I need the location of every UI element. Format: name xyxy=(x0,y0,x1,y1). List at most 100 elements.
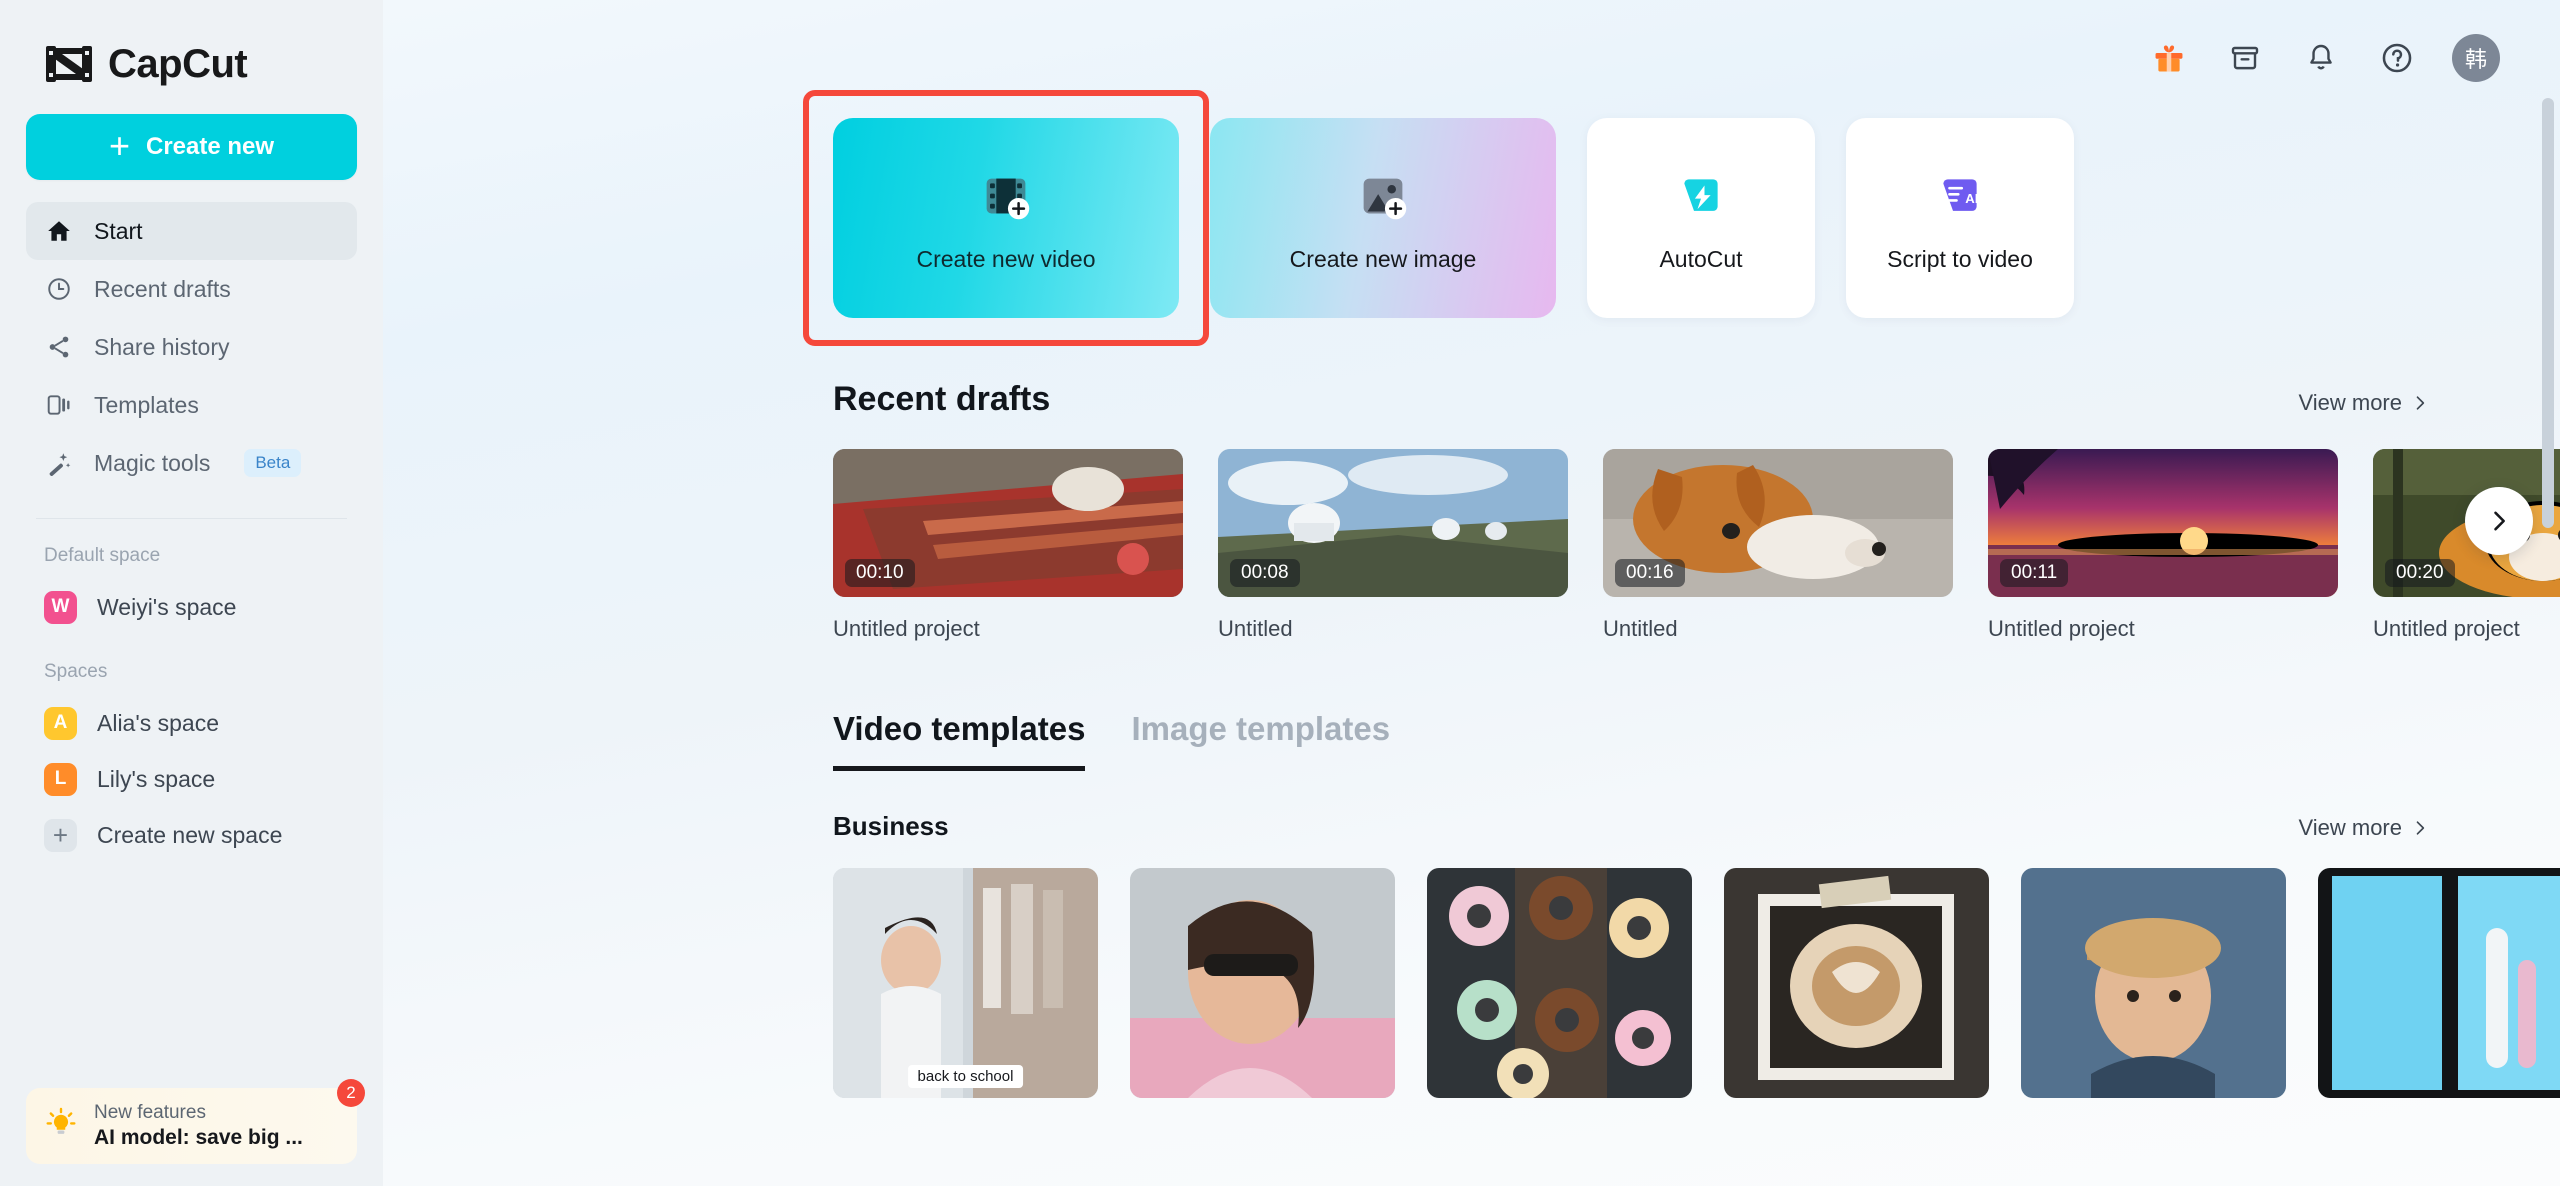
clock-icon xyxy=(44,274,74,304)
sidebar-item-share-history[interactable]: Share history xyxy=(26,318,357,376)
sidebar-nav: Start Recent drafts Share history xyxy=(26,202,357,492)
capcut-logo-icon xyxy=(44,43,94,85)
content-area: Create new video xyxy=(383,0,2560,1186)
promo-line-1: New features xyxy=(94,1102,303,1124)
drafts-next-button[interactable] xyxy=(2465,487,2533,555)
sidebar-item-recent-drafts[interactable]: Recent drafts xyxy=(26,260,357,318)
avatar: L xyxy=(44,763,77,796)
card-label: Script to video xyxy=(1887,246,2033,273)
script-ai-icon: AI xyxy=(1928,164,1992,228)
promo-count-badge: 2 xyxy=(337,1079,365,1107)
space-item-weiyi[interactable]: W Weiyi's space xyxy=(26,579,357,635)
draft-duration: 00:11 xyxy=(2000,559,2068,587)
template-card[interactable] xyxy=(1130,868,1395,1098)
view-more-label: View more xyxy=(2298,815,2402,841)
sidebar-item-label: Start xyxy=(94,218,143,245)
image-plus-icon xyxy=(1351,164,1415,228)
card-label: Create new image xyxy=(1290,246,1477,273)
draft-thumbnail: 00:10 xyxy=(833,449,1183,597)
plus-icon: + xyxy=(44,819,77,852)
plus-icon: + xyxy=(109,128,130,164)
recent-drafts-header: Recent drafts View more xyxy=(833,380,2560,419)
template-tag: back to school xyxy=(908,1065,1024,1088)
draft-thumbnail: 00:11 xyxy=(1988,449,2338,597)
magic-wand-icon xyxy=(44,448,74,478)
recent-drafts-row: 00:10 Untitled project xyxy=(833,449,2560,642)
sidebar-item-label: Templates xyxy=(94,392,199,419)
autocut-icon xyxy=(1669,164,1733,228)
space-name: Alia's space xyxy=(97,710,219,737)
tab-image-templates[interactable]: Image templates xyxy=(1131,710,1390,771)
draft-item[interactable]: 00:08 Untitled xyxy=(1218,449,1568,642)
avatar: A xyxy=(44,707,77,740)
create-new-image-card[interactable]: Create new image xyxy=(1210,118,1556,318)
business-header: Business View more xyxy=(833,811,2560,842)
page-scrollbar[interactable] xyxy=(2542,98,2554,1158)
autocut-card[interactable]: AutoCut xyxy=(1587,118,1815,318)
template-card[interactable] xyxy=(1724,868,1989,1098)
create-new-video-card[interactable]: Create new video xyxy=(833,118,1179,318)
business-templates-row: back to school xyxy=(833,868,2560,1098)
recent-drafts-view-more[interactable]: View more xyxy=(2298,390,2430,416)
beta-badge: Beta xyxy=(244,449,301,477)
lightbulb-icon xyxy=(44,1107,78,1146)
business-title: Business xyxy=(833,811,949,842)
space-name: Weiyi's space xyxy=(97,594,236,621)
draft-name: Untitled xyxy=(1603,616,1953,642)
draft-thumbnail: 00:08 xyxy=(1218,449,1568,597)
draft-duration: 00:16 xyxy=(1615,559,1685,587)
sidebar: CapCut + Create new Start Recent drafts xyxy=(0,0,383,1186)
draft-item[interactable]: 00:10 Untitled project xyxy=(833,449,1183,642)
draft-name: Untitled project xyxy=(2373,616,2560,642)
spaces-label: Spaces xyxy=(26,635,357,695)
script-to-video-card[interactable]: AI Script to video xyxy=(1846,118,2074,318)
draft-name: Untitled project xyxy=(1988,616,2338,642)
draft-item[interactable]: 00:20 Untitled project xyxy=(2373,449,2560,642)
draft-duration: 00:10 xyxy=(845,559,915,587)
view-more-label: View more xyxy=(2298,390,2402,416)
create-new-button[interactable]: + Create new xyxy=(26,114,357,180)
create-space-label: Create new space xyxy=(97,822,282,849)
main-content: 韩 xyxy=(383,0,2560,1186)
template-card[interactable] xyxy=(2318,868,2560,1098)
svg-text:AI: AI xyxy=(1965,191,1978,206)
templates-tabs: Video templates Image templates xyxy=(833,710,2560,771)
draft-duration: 00:08 xyxy=(1230,559,1300,587)
template-card[interactable] xyxy=(1427,868,1692,1098)
sidebar-item-label: Magic tools xyxy=(94,450,210,477)
chevron-right-icon xyxy=(2410,818,2430,838)
template-card[interactable]: back to school xyxy=(833,868,1098,1098)
business-view-more[interactable]: View more xyxy=(2298,815,2430,841)
home-icon xyxy=(44,216,74,246)
chevron-right-icon xyxy=(2485,507,2513,535)
draft-name: Untitled xyxy=(1218,616,1568,642)
draft-duration: 00:20 xyxy=(2385,559,2455,587)
share-nodes-icon xyxy=(44,332,74,362)
new-features-promo[interactable]: New features AI model: save big ... 2 xyxy=(26,1088,357,1164)
app-title: CapCut xyxy=(108,42,247,87)
film-plus-icon xyxy=(974,164,1038,228)
card-label: AutoCut xyxy=(1659,246,1742,273)
template-card[interactable] xyxy=(2021,868,2286,1098)
space-item-lily[interactable]: L Lily's space xyxy=(26,751,357,807)
avatar: W xyxy=(44,591,77,624)
section-title: Recent drafts xyxy=(833,380,1050,419)
draft-item[interactable]: 00:16 Untitled xyxy=(1603,449,1953,642)
sidebar-item-label: Recent drafts xyxy=(94,276,231,303)
scrollbar-thumb[interactable] xyxy=(2542,98,2554,528)
sidebar-item-templates[interactable]: Templates xyxy=(26,376,357,434)
default-space-label: Default space xyxy=(26,519,357,579)
create-new-space-button[interactable]: + Create new space xyxy=(26,807,357,863)
app-logo[interactable]: CapCut xyxy=(26,0,357,96)
card-label: Create new video xyxy=(917,246,1096,273)
chevron-right-icon xyxy=(2410,393,2430,413)
space-item-alia[interactable]: A Alia's space xyxy=(26,695,357,751)
draft-item[interactable]: 00:11 Untitled project xyxy=(1988,449,2338,642)
sidebar-item-label: Share history xyxy=(94,334,230,361)
sidebar-item-magic-tools[interactable]: Magic tools Beta xyxy=(26,434,357,492)
tab-video-templates[interactable]: Video templates xyxy=(833,710,1085,771)
sidebar-item-start[interactable]: Start xyxy=(26,202,357,260)
draft-thumbnail: 00:16 xyxy=(1603,449,1953,597)
capcut-app: CapCut + Create new Start Recent drafts xyxy=(0,0,2560,1186)
create-new-label: Create new xyxy=(146,133,274,161)
